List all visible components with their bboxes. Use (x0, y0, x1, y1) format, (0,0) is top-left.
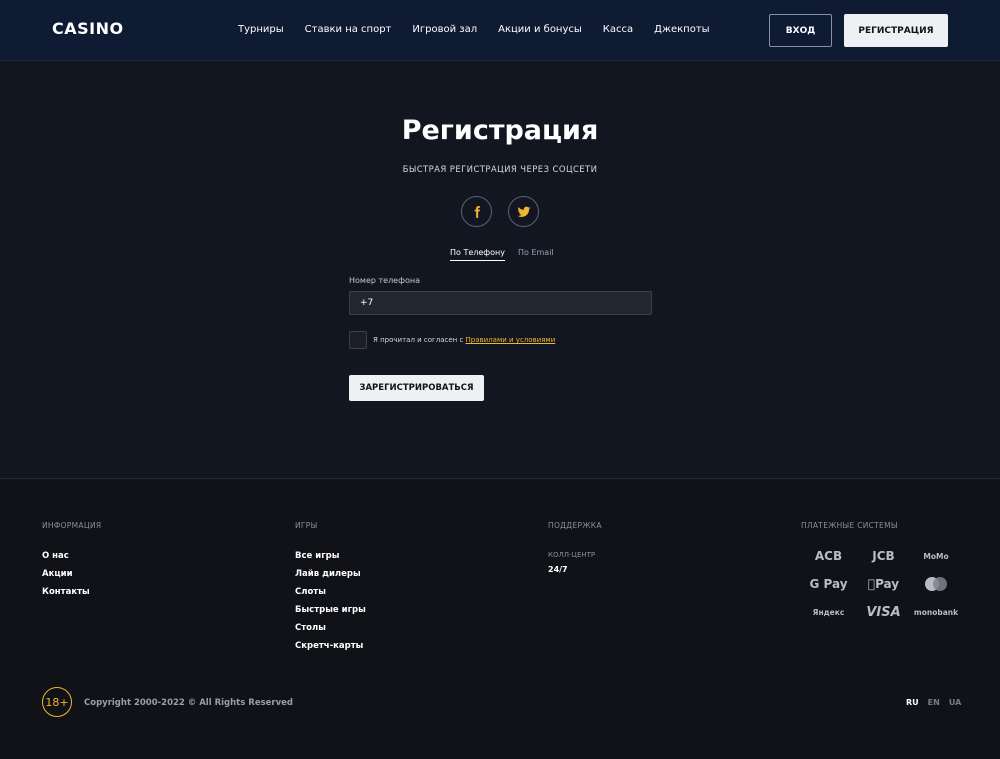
footer-link-live-dealers[interactable]: Лайв дилеры (295, 569, 366, 579)
site-header: CASINO Турниры Ставки на спорт Игровой з… (0, 0, 1000, 61)
lang-ru[interactable]: RU (906, 698, 919, 707)
acb-icon: ACB (814, 549, 843, 563)
apple-pay-label: Pay (871, 577, 899, 591)
footer-payments-heading: ПЛАТЕЖНЫЕ СИСТЕМЫ (801, 521, 898, 530)
registration-section: Регистрация БЫСТРАЯ РЕГИСТРАЦИЯ ЧЕРЕЗ СО… (0, 61, 1000, 479)
footer-link-quick-games[interactable]: Быстрые игры (295, 605, 366, 615)
social-subtitle: БЫСТРАЯ РЕГИСТРАЦИЯ ЧЕРЕЗ СОЦСЕТИ (402, 165, 598, 175)
footer-link-all-games[interactable]: Все игры (295, 551, 366, 561)
phone-label: Номер телефона (349, 276, 420, 285)
site-footer: ИНФОРМАЦИЯ О нас Акции Контакты ИГРЫ Все… (0, 480, 1000, 759)
footer-call-center-value: 24/7 (548, 565, 568, 574)
footer-link-about[interactable]: О нас (42, 551, 101, 561)
payment-logos: ACB JCB MoMo G Pay Pay Яндекс VISA mono… (801, 547, 961, 621)
register-button[interactable]: РЕГИСТРАЦИЯ (844, 14, 948, 47)
terms-checkbox[interactable] (349, 331, 367, 349)
phone-input[interactable] (349, 291, 652, 315)
footer-link-slots[interactable]: Слоты (295, 587, 366, 597)
mastercard-circles-icon (925, 577, 947, 591)
submit-register-button[interactable]: ЗАРЕГИСТРИРОВАТЬСЯ (349, 375, 484, 401)
nav-item-cashier[interactable]: Касса (603, 24, 633, 35)
age-restriction-icon: 18+ (42, 687, 72, 717)
terms-link[interactable]: Правилами и условиями (466, 336, 556, 344)
footer-support-heading: ПОДДЕРЖКА (548, 521, 602, 530)
footer-games-heading: ИГРЫ (295, 521, 318, 530)
twitter-button[interactable] (508, 196, 539, 227)
monobank-icon: monobank (913, 607, 959, 617)
main-nav: Турниры Ставки на спорт Игровой зал Акци… (238, 24, 731, 35)
footer-link-scratch-cards[interactable]: Скретч-карты (295, 641, 366, 651)
terms-text: Я прочитал и согласен с (373, 336, 466, 344)
facebook-button[interactable] (461, 196, 492, 227)
jcb-icon: JCB (872, 549, 895, 563)
logo[interactable]: CASINO (52, 19, 124, 38)
page-title: Регистрация (401, 115, 599, 146)
twitter-icon (517, 206, 530, 217)
apple-icon:  (868, 577, 875, 591)
tab-email[interactable]: По Email (518, 248, 554, 257)
nav-item-tournaments[interactable]: Турниры (238, 24, 284, 35)
momo-icon: MoMo (923, 551, 949, 561)
nav-item-games-hall[interactable]: Игровой зал (412, 24, 477, 35)
language-switcher: RU EN UA (906, 698, 970, 707)
footer-support-column: ПОДДЕРЖКА КОЛЛ-ЦЕНТР 24/7 (548, 521, 602, 574)
lang-en[interactable]: EN (928, 698, 940, 707)
facebook-icon (474, 205, 480, 218)
footer-call-center-label: КОЛЛ-ЦЕНТР (548, 551, 596, 559)
footer-link-tables[interactable]: Столы (295, 623, 366, 633)
tab-phone[interactable]: По Телефону (450, 248, 505, 261)
footer-games-column: ИГРЫ Все игры Лайв дилеры Слоты Быстрые … (295, 521, 366, 659)
footer-link-contacts[interactable]: Контакты (42, 587, 101, 597)
visa-icon: VISA (866, 604, 901, 620)
copyright: Copyright 2000-2022 © All Rights Reserve… (84, 698, 293, 708)
footer-link-promotions[interactable]: Акции (42, 569, 101, 579)
nav-item-promotions[interactable]: Акции и бонусы (498, 24, 582, 35)
mastercard-icon (911, 575, 961, 593)
terms-label: Я прочитал и согласен с Правилами и усло… (373, 336, 555, 344)
lang-ua[interactable]: UA (949, 698, 961, 707)
nav-item-jackpots[interactable]: Джекпоты (654, 24, 709, 35)
nav-item-sports[interactable]: Ставки на спорт (305, 24, 392, 35)
google-pay-icon: G Pay (809, 577, 848, 591)
apple-pay-icon: Pay (856, 575, 911, 593)
footer-info-heading: ИНФОРМАЦИЯ (42, 521, 102, 530)
yandex-money-icon: Яндекс (812, 607, 845, 617)
login-button[interactable]: ВХОД (769, 14, 832, 47)
footer-info-column: ИНФОРМАЦИЯ О нас Акции Контакты (42, 521, 101, 605)
